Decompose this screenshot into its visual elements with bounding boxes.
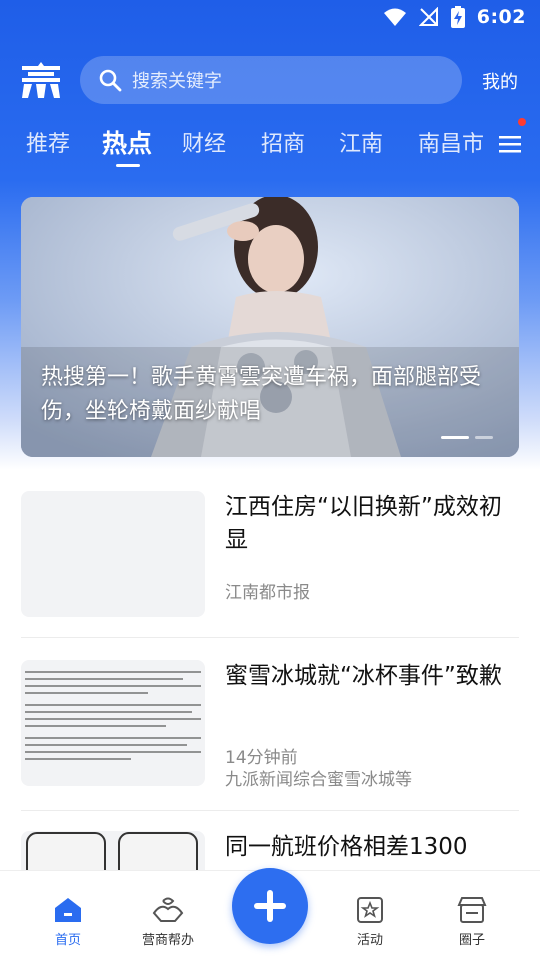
banner-caption: 热搜第一！歌手黄霄雲突遭车祸，面部腿部受伤，坐轮椅戴面纱献唱 (41, 365, 482, 424)
star-badge-icon (357, 897, 383, 923)
search-input[interactable]: 搜索关键字 (80, 56, 462, 104)
wifi-icon (383, 8, 406, 26)
plus-icon (254, 890, 286, 922)
home-icon (55, 898, 81, 922)
news-source: 九派新闻综合蜜雪冰城等 (225, 770, 412, 790)
search-placeholder: 搜索关键字 (132, 71, 222, 92)
battery-charging-icon (450, 6, 465, 28)
tab-recommend[interactable]: 推荐 (26, 126, 70, 158)
carousel-indicator (441, 436, 493, 439)
tab-hot[interactable]: 热点 (102, 124, 152, 160)
nav-business[interactable]: 营商帮办 (128, 895, 208, 948)
news-thumbnail (21, 660, 205, 786)
news-time: 14分钟前 (225, 748, 298, 768)
handshake-icon (152, 897, 184, 922)
status-bar: 6:02 (0, 0, 540, 36)
nav-circle[interactable]: 圈子 (432, 895, 512, 948)
status-time: 6:02 (476, 6, 526, 28)
notification-dot (518, 118, 526, 126)
menu-icon[interactable] (496, 130, 524, 158)
publish-button[interactable] (232, 868, 308, 944)
hero-banner[interactable]: 热搜第一！歌手黄霄雲突遭车祸，面部腿部受伤，坐轮椅戴面纱献唱 (21, 197, 519, 457)
news-title: 同一航班价格相差1300 (225, 834, 468, 860)
tab-investment[interactable]: 招商 (261, 126, 305, 158)
active-tab-indicator (116, 164, 140, 167)
news-item[interactable]: 蜜雪冰城就“冰杯事件”致歉 14分钟前 九派新闻综合蜜雪冰城等 (21, 660, 519, 796)
store-icon (457, 897, 487, 923)
top-header: 搜索关键字 我的 (0, 52, 540, 108)
nav-business-label: 营商帮办 (141, 933, 194, 948)
news-item[interactable]: 同一航班价格相差1300 (21, 831, 519, 871)
news-item[interactable]: 江西住房“以旧换新”成效初显 江南都市报 (21, 491, 519, 621)
nav-circle-label: 圈子 (458, 933, 485, 948)
tab-finance[interactable]: 财经 (182, 126, 226, 158)
news-title: 江西住房“以旧换新”成效初显 (225, 494, 502, 553)
nav-home-label: 首页 (54, 933, 81, 948)
news-thumbnail (21, 831, 205, 871)
search-icon (99, 69, 122, 92)
mine-link[interactable]: 我的 (482, 68, 518, 94)
nav-activity[interactable]: 活动 (330, 895, 410, 948)
news-source: 江南都市报 (225, 583, 310, 603)
app-logo[interactable] (20, 62, 62, 98)
signal-off-icon (418, 7, 438, 26)
tab-jiangnan[interactable]: 江南 (339, 126, 383, 158)
nav-activity-label: 活动 (356, 933, 383, 948)
carousel-dot (475, 436, 493, 439)
divider (21, 810, 519, 811)
carousel-dot-active (441, 436, 469, 439)
phones-image (26, 832, 198, 871)
divider (21, 637, 519, 638)
news-title: 蜜雪冰城就“冰杯事件”致歉 (225, 663, 502, 689)
tab-nanchang[interactable]: 南昌市 (418, 126, 484, 158)
news-thumbnail (21, 491, 205, 617)
nav-home[interactable]: 首页 (28, 895, 108, 948)
category-tabs: 推荐 热点 财经 招商 江南 南昌市 (0, 118, 540, 174)
